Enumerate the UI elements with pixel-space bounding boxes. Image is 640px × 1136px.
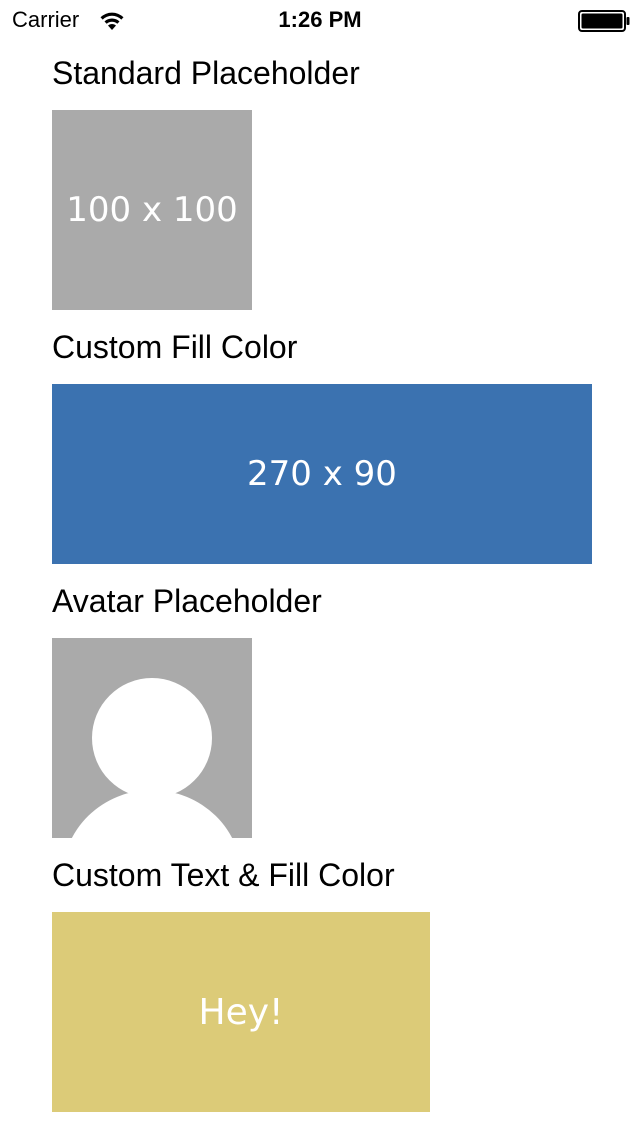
avatar-placeholder-image xyxy=(52,638,252,838)
standard-placeholder-text: 100 x 100 xyxy=(66,190,238,230)
custom-text-fill-label: Custom Text & Fill Color xyxy=(52,857,395,893)
battery-icon xyxy=(578,10,630,32)
custom-text-placeholder-text: Hey! xyxy=(198,991,284,1033)
custom-fill-label: Custom Fill Color xyxy=(52,329,298,365)
avatar-placeholder-label: Avatar Placeholder xyxy=(52,583,322,619)
clock-time: 1:26 PM xyxy=(278,7,362,32)
custom-fill-placeholder-text: 270 x 90 xyxy=(247,454,397,494)
standard-placeholder-image: 100 x 100 xyxy=(52,110,252,310)
status-bar: Carrier 1:26 PM xyxy=(0,0,640,40)
custom-text-placeholder-image: Hey! xyxy=(52,912,430,1112)
custom-fill-placeholder-image: 270 x 90 xyxy=(52,384,592,564)
standard-placeholder-label: Standard Placeholder xyxy=(52,55,360,91)
avatar-silhouette-icon xyxy=(71,678,233,838)
